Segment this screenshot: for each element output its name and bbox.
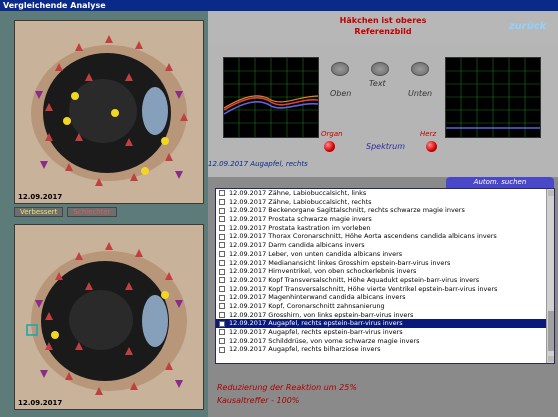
herz-scope xyxy=(445,57,541,138)
list-item-checkbox[interactable] xyxy=(219,346,225,353)
list-item-checkbox[interactable] xyxy=(219,338,225,345)
list-item-label: 12.09.2017 Augapfel, rechts bilharziose … xyxy=(229,345,381,354)
signal-panel: Oben Text Unten Organ Spektrum Herz xyxy=(208,44,558,177)
tab-schlechter[interactable]: Schlechter xyxy=(67,207,117,217)
list-item-checkbox[interactable] xyxy=(219,190,225,197)
list-item[interactable]: 12.09.2017 Augapfel, rechts bilharziose … xyxy=(216,345,554,354)
list-item-checkbox[interactable] xyxy=(219,233,225,240)
list-item-checkbox[interactable] xyxy=(219,251,225,258)
list-item[interactable]: 12.09.2017 Leber, von unten candida albi… xyxy=(216,250,554,259)
list-item-label: 12.09.2017 Hirnventrikel, von oben schoc… xyxy=(229,267,417,276)
list-item[interactable]: 12.09.2017 Prostata schwarze magie inver… xyxy=(216,215,554,224)
list-item[interactable]: 12.09.2017 Grosshirn, von links epstein-… xyxy=(216,311,554,320)
list-item[interactable]: 12.09.2017 Prostata kastration im vorleb… xyxy=(216,224,554,233)
list-item[interactable]: 12.09.2017 Zähne, Labiobuccalsicht, rech… xyxy=(216,198,554,207)
spektrum-label: Spektrum xyxy=(366,142,405,151)
list-item-label: 12.09.2017 Kopf Transversalschnitt, Höhe… xyxy=(229,284,498,293)
list-item-label: 12.09.2017 Beckenorgane Sagittalschnitt,… xyxy=(229,206,465,215)
herz-scope-plot xyxy=(446,58,540,137)
list-item-label: 12.09.2017 Kopf, Coronarschnitt zahnsani… xyxy=(229,301,385,310)
list-item-label: 12.09.2017 Grosshirn, von links epstein-… xyxy=(229,310,414,319)
list-item[interactable]: 12.09.2017 Zähne, Labiobuccalsicht, link… xyxy=(216,189,554,198)
unten-button[interactable] xyxy=(411,62,429,76)
result-list-area: Autom. suchen 12.09.2017 Zähne, Labiobuc… xyxy=(208,177,558,417)
list-item-label: 12.09.2017 Medianansicht linkes Grosshir… xyxy=(229,258,451,267)
list-item[interactable]: 12.09.2017 Magenhinterwand candida albic… xyxy=(216,293,554,302)
list-item[interactable]: 12.09.2017 Kopf, Coronarschnitt zahnsani… xyxy=(216,302,554,311)
list-item-checkbox[interactable] xyxy=(219,216,225,223)
organ-label: Organ xyxy=(321,130,343,138)
analysis-list-rows: 12.09.2017 Zähne, Labiobuccalsicht, link… xyxy=(216,189,554,354)
herz-indicator[interactable] xyxy=(426,141,437,152)
compare-tabs: Verbessert Schlechter xyxy=(14,207,117,218)
list-item-checkbox[interactable] xyxy=(219,311,225,318)
kausal-text: Kausaltreffer - 100% xyxy=(217,396,300,405)
list-scrollbar[interactable] xyxy=(546,189,554,363)
list-item-checkbox[interactable] xyxy=(219,242,225,249)
window-title: Vergleichende Analyse xyxy=(0,0,558,11)
list-item-label: 12.09.2017 Augapfel, rechts epstein-barr… xyxy=(229,328,403,336)
list-item[interactable]: 12.09.2017 Augapfel, rechts epstein-barr… xyxy=(216,328,554,337)
analysis-list[interactable]: 12.09.2017 Zähne, Labiobuccalsicht, link… xyxy=(215,188,555,364)
list-item-checkbox[interactable] xyxy=(219,294,225,301)
list-item-checkbox[interactable] xyxy=(219,225,225,232)
oben-label: Oben xyxy=(330,89,352,98)
header-banner: Häkchen ist oberes Referenzbild zurück xyxy=(208,11,558,44)
list-item-label: 12.09.2017 Zähne, Labiobuccalsicht, link… xyxy=(229,189,367,197)
list-item[interactable]: 12.09.2017 Kopf Transversalschnitt, Höhe… xyxy=(216,285,554,294)
list-item-label: 12.09.2017 Prostata kastration im vorleb… xyxy=(229,223,371,232)
list-item-label: 12.09.2017 Augapfel, rechts epstein-barr… xyxy=(229,319,403,328)
list-item-label: 12.09.2017 Leber, von unten candida albi… xyxy=(229,249,403,258)
back-button[interactable]: zurück xyxy=(505,20,550,34)
list-item-checkbox[interactable] xyxy=(219,207,225,214)
list-item[interactable]: 12.09.2017 Schilddrüse, von vorne schwar… xyxy=(216,337,554,346)
herz-label: Herz xyxy=(420,130,437,138)
list-item[interactable]: 12.09.2017 Augapfel, rechts epstein-barr… xyxy=(216,319,554,328)
analysis-title: 12.09.2017 Augapfel, rechts xyxy=(208,160,308,168)
image-panel: 12.09.2017 Verbessert Schlechter 12.09.2… xyxy=(0,11,208,417)
list-item-label: 12.09.2017 Thorax Coronarschnitt, Höhe A… xyxy=(229,232,497,241)
organ-scope-plot xyxy=(223,58,319,137)
list-item[interactable]: 12.09.2017 Darm candida albicans invers xyxy=(216,241,554,250)
autom-suchen-button[interactable]: Autom. suchen xyxy=(446,177,554,188)
list-item-label: 12.09.2017 Magenhinterwand candida albic… xyxy=(229,293,406,302)
list-item-checkbox[interactable] xyxy=(219,259,225,266)
list-item[interactable]: 12.09.2017 Thorax Coronarschnitt, Höhe A… xyxy=(216,232,554,241)
oben-button[interactable] xyxy=(331,62,349,76)
list-item-label: 12.09.2017 Darm candida albicans invers xyxy=(229,241,365,250)
bottom-image-date: 12.09.2017 xyxy=(18,399,63,407)
eye-illustration-top xyxy=(15,21,203,203)
list-item-label: 12.09.2017 Prostata schwarze magie inver… xyxy=(229,215,372,224)
list-item-checkbox[interactable] xyxy=(219,303,225,310)
scroll-up-arrow[interactable] xyxy=(548,190,554,196)
list-item-checkbox[interactable] xyxy=(219,199,225,206)
list-item-label: 12.09.2017 Kopf Transversalschnitt, Höhe… xyxy=(229,275,480,284)
reduction-text: Reduzierung der Reaktion um 25% xyxy=(217,383,357,392)
list-item-checkbox[interactable] xyxy=(219,320,225,327)
organ-scope xyxy=(223,57,319,138)
scroll-thumb[interactable] xyxy=(548,311,554,351)
list-item[interactable]: 12.09.2017 Medianansicht linkes Grosshir… xyxy=(216,259,554,268)
list-item-checkbox[interactable] xyxy=(219,329,225,336)
list-item-label: 12.09.2017 Zähne, Labiobuccalsicht, rech… xyxy=(229,197,372,206)
reference-eye-image[interactable]: 12.09.2017 xyxy=(14,20,204,204)
list-item[interactable]: 12.09.2017 Hirnventrikel, von oben schoc… xyxy=(216,267,554,276)
top-image-date: 12.09.2017 xyxy=(18,193,63,201)
text-button[interactable] xyxy=(371,62,389,76)
organ-indicator[interactable] xyxy=(324,141,335,152)
scroll-down-arrow[interactable] xyxy=(548,356,554,362)
list-item-label: 12.09.2017 Schilddrüse, von vorne schwar… xyxy=(229,336,420,345)
list-item-checkbox[interactable] xyxy=(219,285,225,292)
list-item[interactable]: 12.09.2017 Beckenorgane Sagittalschnitt,… xyxy=(216,206,554,215)
list-item-checkbox[interactable] xyxy=(219,268,225,275)
list-item-checkbox[interactable] xyxy=(219,277,225,284)
comparison-eye-image[interactable]: 12.09.2017 xyxy=(14,224,204,410)
eye-illustration-bottom xyxy=(15,225,203,409)
list-item[interactable]: 12.09.2017 Kopf Transversalschnitt, Höhe… xyxy=(216,276,554,285)
tab-verbessert[interactable]: Verbessert xyxy=(14,207,64,217)
text-label: Text xyxy=(369,79,386,88)
unten-label: Unten xyxy=(408,89,433,98)
